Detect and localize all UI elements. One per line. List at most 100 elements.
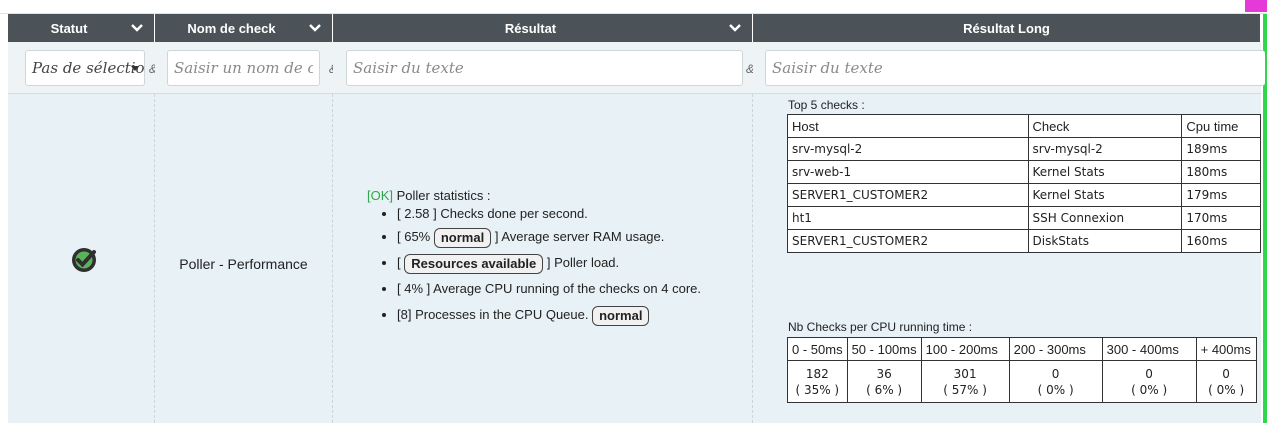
cpu-time-table: 0 - 50ms 50 - 100ms 100 - 200ms 200 - 30… — [787, 337, 1257, 403]
column-statut: Statut Pas de sélection & — [8, 14, 157, 423]
table-row: srv-mysql-2 srv-mysql-2 189ms — [787, 137, 1261, 161]
chevron-down-icon[interactable] — [130, 21, 144, 35]
status-filter-value: Pas de sélection — [32, 59, 145, 77]
table-cell: 36( 6% ) — [846, 360, 922, 403]
table-cell: Kernel Stats — [1027, 183, 1183, 207]
table-header-cell: 300 - 400ms — [1101, 337, 1197, 361]
table-cell: 301( 57% ) — [920, 360, 1010, 403]
result-title: [OK] Poller statistics : — [367, 187, 701, 204]
column-header-label: Nom de check — [187, 20, 276, 36]
long-result-cell: Top 5 checks : Host Check Cpu time srv-m… — [753, 94, 1261, 423]
top5-table: Host Check Cpu time srv-mysql-2 srv-mysq… — [787, 114, 1261, 253]
table-cell: 189ms — [1181, 137, 1261, 161]
result-item: [8] Processes in the CPU Queue. normal — [397, 302, 701, 328]
table-cell: 182( 35% ) — [787, 360, 848, 403]
table-row: srv-web-1 Kernel Stats 180ms — [787, 160, 1261, 184]
check-name-filter-input[interactable] — [167, 50, 320, 86]
table-row: ht1 SSH Connexion 170ms — [787, 206, 1261, 230]
table-cell: 0( 0% ) — [1008, 360, 1103, 403]
result-item-text: [ 4% ] Average CPU running of the checks… — [397, 281, 701, 296]
top5-title: Top 5 checks : — [788, 98, 865, 112]
table-cell: SERVER1_CUSTOMER2 — [787, 229, 1029, 253]
table-header-row: Host Check Cpu time — [787, 114, 1261, 138]
table-header-cell: 100 - 200ms — [920, 337, 1010, 361]
column-resultat: Résultat & [OK] Poller statistics : [ 2.… — [333, 14, 754, 423]
table-cell: srv-mysql-2 — [787, 137, 1029, 161]
table-cell: 0( 0% ) — [1101, 360, 1197, 403]
table-header-cell: 0 - 50ms — [787, 337, 848, 361]
result-title-text: Poller statistics : — [393, 188, 491, 203]
percent-value: ( 0% ) — [1208, 382, 1245, 397]
result-item-text: ] Poller load. — [543, 255, 620, 270]
result-item: [ 4% ] Average CPU running of the checks… — [397, 276, 701, 302]
column-header-label: Résultat — [504, 20, 557, 36]
percent-value: ( 35% ) — [795, 382, 840, 397]
check-circle-icon — [72, 248, 96, 272]
status-badge: normal — [592, 305, 650, 326]
table-cell: 179ms — [1181, 183, 1261, 207]
count-value: 301 — [953, 366, 977, 381]
corner-marker — [1245, 0, 1267, 12]
result-cell: [OK] Poller statistics : [ 2.58 ] Checks… — [333, 94, 753, 423]
count-value: 0 — [1051, 366, 1060, 381]
status-filter-select[interactable]: Pas de sélection — [25, 50, 145, 86]
table-header-cell: + 400ms — [1195, 337, 1257, 361]
table-header-cell: 200 - 300ms — [1008, 337, 1103, 361]
count-value: 0 — [1222, 366, 1230, 381]
table-header-cell: Cpu time — [1181, 114, 1261, 138]
count-value: 36 — [876, 366, 892, 381]
checks-grid: Statut Pas de sélection & Nom de check S… — [8, 14, 1265, 423]
result-item: [ 2.58 ] Checks done per second. — [397, 204, 701, 224]
table-header-cell: Host — [787, 114, 1029, 138]
column-header-label: Statut — [50, 20, 88, 36]
status-badge: normal — [433, 227, 492, 248]
table-row: SERVER1_CUSTOMER2 DiskStats 160ms — [787, 229, 1261, 253]
result-item-text: ] Average server RAM usage. — [491, 229, 665, 244]
result-text: [OK] Poller statistics : [ 2.58 ] Checks… — [367, 187, 701, 328]
result-item: [ 65% normal ] Average server RAM usage. — [397, 224, 701, 250]
check-name-cell: Poller - Performance — [155, 94, 333, 423]
filter-cell-nom-check: & — [155, 42, 337, 94]
result-item-text: [8] Processes in the CPU Queue. — [397, 307, 593, 322]
percent-value: ( 0% ) — [1131, 382, 1168, 397]
table-cell: DiskStats — [1027, 229, 1183, 253]
percent-value: ( 0% ) — [1037, 382, 1074, 397]
table-row: SERVER1_CUSTOMER2 Kernel Stats 179ms — [787, 183, 1261, 207]
filter-cell-statut: Pas de sélection & — [8, 42, 157, 94]
result-items: [ 2.58 ] Checks done per second. [ 65% n… — [397, 204, 701, 328]
table-cell: SERVER1_CUSTOMER2 — [787, 183, 1029, 207]
percent-value: ( 57% ) — [943, 382, 987, 397]
result-filter-input[interactable] — [346, 50, 743, 86]
table-header-cell: 50 - 100ms — [846, 337, 922, 361]
column-header-resultat[interactable]: Résultat — [333, 14, 753, 42]
column-resultat-long: Résultat Long Top 5 checks : Host Check … — [753, 14, 1265, 423]
count-value: 0 — [1145, 366, 1153, 381]
table-header-cell: Check — [1027, 114, 1183, 138]
filter-cell-resultat: & — [333, 42, 754, 94]
column-header-nom-check[interactable]: Nom de check — [155, 14, 333, 42]
table-row: 182( 35% ) 36( 6% ) 301( 57% ) 0( 0% ) 0… — [787, 360, 1257, 403]
status-cell — [8, 94, 155, 423]
table-header-row: 0 - 50ms 50 - 100ms 100 - 200ms 200 - 30… — [787, 337, 1257, 361]
table-cell: 0( 0% ) — [1195, 360, 1257, 403]
chevron-down-icon[interactable] — [728, 21, 742, 35]
check-name: Poller - Performance — [179, 256, 308, 272]
long-result-filter-input[interactable] — [765, 50, 1265, 86]
table-cell: ht1 — [787, 206, 1029, 230]
status-badge: Resources available — [404, 253, 544, 274]
table-cell: Kernel Stats — [1027, 160, 1183, 184]
table-cell: 180ms — [1181, 160, 1261, 184]
table-cell: 170ms — [1181, 206, 1261, 230]
top-strip — [0, 0, 1267, 14]
percent-value: ( 6% ) — [866, 382, 903, 397]
column-header-resultat-long[interactable]: Résultat Long — [753, 14, 1261, 42]
count-value: 182 — [805, 366, 829, 381]
filter-cell-resultat-long — [753, 42, 1265, 94]
chevron-down-icon[interactable] — [308, 21, 322, 35]
table-cell: SSH Connexion — [1027, 206, 1183, 230]
column-header-statut[interactable]: Statut — [8, 14, 155, 42]
table-cell: srv-web-1 — [787, 160, 1029, 184]
result-item-text: [ 2.58 ] Checks done per second. — [397, 206, 588, 221]
column-header-label: Résultat Long — [963, 20, 1050, 36]
nb-checks-title: Nb Checks per CPU running time : — [788, 320, 973, 334]
